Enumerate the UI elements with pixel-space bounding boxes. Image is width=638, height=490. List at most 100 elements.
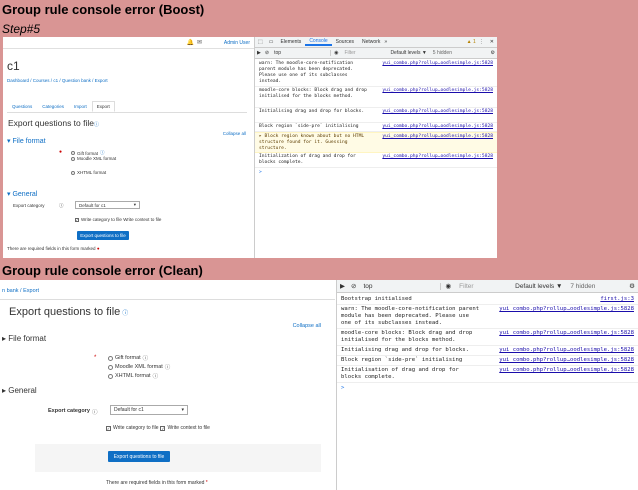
section-general[interactable]: ▸ General xyxy=(2,386,37,395)
kebab-menu-icon[interactable]: ⋮ xyxy=(476,39,487,45)
device-icon[interactable]: ▭ xyxy=(266,39,277,45)
export-button[interactable]: Export questions to file xyxy=(108,451,170,462)
sidebar-toggle-icon[interactable]: ▶ xyxy=(337,282,348,290)
clear-console-icon[interactable]: ⊘ xyxy=(348,282,359,290)
inspect-icon[interactable]: ⬚ xyxy=(255,39,266,45)
boost-moodle-page: 🔔 ✉ Admin User c1 Dashboard / Courses / … xyxy=(3,37,254,258)
user-menu[interactable]: Admin User xyxy=(224,40,250,46)
tab-sources[interactable]: Sources xyxy=(332,39,358,45)
section-general[interactable]: ▾ General xyxy=(7,190,37,198)
console-prompt[interactable]: > xyxy=(341,385,344,391)
breadcrumb-dashboard[interactable]: Dashboard xyxy=(7,78,29,83)
bell-icon[interactable]: 🔔 xyxy=(187,39,194,46)
breadcrumb-question-bank[interactable]: Question bank xyxy=(62,78,91,83)
section-file-format[interactable]: ▸ File format xyxy=(2,334,46,343)
radio-circle[interactable] xyxy=(71,151,75,155)
radio-circle[interactable] xyxy=(108,373,113,379)
radio-gift[interactable]: Gift format ⓘ xyxy=(108,354,148,362)
close-icon[interactable]: ✕ xyxy=(487,39,497,45)
radio-moodle-xml[interactable]: Moodle XML format ⓘ xyxy=(108,363,170,371)
gear-icon[interactable]: ⚙ xyxy=(626,282,638,290)
export-category-select[interactable]: Default for c1 ▾ xyxy=(75,201,140,209)
tab-console[interactable]: Console xyxy=(305,38,332,46)
filter-input[interactable]: Filter xyxy=(341,50,387,56)
console-warning-row: ▸ Block region known about but no HTML s… xyxy=(255,132,497,153)
console-source-link[interactable]: yui_combo.php?rollup…oodlesimple.js:5828 xyxy=(382,134,493,140)
breadcrumb: Dashboard / Courses / c1 / Question bank… xyxy=(7,78,108,83)
write-category-checkbox[interactable]: ✓ Write category to file ✓ Write context t… xyxy=(106,425,210,431)
radio-circle[interactable] xyxy=(71,170,75,175)
help-icon[interactable]: ⓘ xyxy=(165,363,171,371)
eye-icon[interactable]: ◉ xyxy=(441,282,455,290)
message-icon[interactable]: ✉ xyxy=(197,39,202,46)
console-toolbar: ▶ ⊘ top ◉ Filter Default levels ▼ 7 hidd… xyxy=(337,280,638,293)
tab-export[interactable]: Export xyxy=(91,101,115,112)
collapse-all-link[interactable]: Collapse all xyxy=(223,131,246,136)
console-source-link[interactable]: yui_combo.php?rollup…oodlesimple.js:5828 xyxy=(382,61,493,67)
sidebar-toggle-icon[interactable]: ▶ xyxy=(255,50,263,56)
radio-circle[interactable] xyxy=(71,156,75,161)
chevron-down-icon: ▾ xyxy=(181,407,184,413)
warning-count[interactable]: ▲ 1 xyxy=(467,39,476,45)
breadcrumb-courses[interactable]: Courses xyxy=(33,78,50,83)
page-title-text: Export questions to file xyxy=(8,118,94,128)
write-category-checkbox[interactable]: ✓ Write category to file Write context to… xyxy=(75,217,161,222)
levels-select[interactable]: Default levels ▼ xyxy=(387,50,429,56)
clear-console-icon[interactable]: ⊘ xyxy=(263,50,271,56)
radio-circle[interactable] xyxy=(108,355,113,361)
radio-circle[interactable] xyxy=(108,364,113,370)
section-file-format[interactable]: ▾ File format xyxy=(7,137,46,145)
breadcrumb-export[interactable]: Export xyxy=(95,78,108,83)
help-icon[interactable]: ⓘ xyxy=(122,308,128,317)
console-source-link[interactable]: yui_combo.php?rollup…oodlesimple.js:5828 xyxy=(382,109,493,115)
console-log-row: moodle-core blocks: Block drag and drop … xyxy=(255,87,497,108)
radio-xhtml[interactable]: XHTML format ⓘ xyxy=(108,372,158,380)
breadcrumb-c1[interactable]: c1 xyxy=(53,78,58,83)
collapse-all-link[interactable]: Collapse all xyxy=(293,323,321,329)
console-log-row: Initialising drag and drop for blocks. yu… xyxy=(255,108,497,123)
gear-icon[interactable]: ⚙ xyxy=(489,50,497,56)
console-source-link[interactable]: yui_combo.php?rollup…oodlesimple.js:5828 xyxy=(382,124,493,130)
tab-network[interactable]: Network xyxy=(358,39,384,45)
console-source-link[interactable]: yui_combo.php?rollup…oodlesimple.js:5828 xyxy=(499,347,634,354)
export-category-select[interactable]: Default for c1 ▾ xyxy=(110,405,188,415)
export-button[interactable]: Export questions to file xyxy=(77,231,129,240)
console-message: moodle-core blocks: Block drag and drop … xyxy=(341,330,473,343)
radio-moodle-xml[interactable]: Moodle XML format xyxy=(71,156,116,161)
help-icon[interactable]: ⓘ xyxy=(92,408,98,416)
radio-xhtml[interactable]: XHTML format xyxy=(71,170,106,175)
required-icon: ● xyxy=(59,149,63,155)
filter-input[interactable]: Filter xyxy=(455,283,511,290)
breadcrumb-export[interactable]: Export xyxy=(23,288,39,294)
eye-icon[interactable]: ◉ xyxy=(331,50,341,56)
levels-select[interactable]: Default levels ▼ xyxy=(511,283,566,290)
help-icon[interactable]: ⓘ xyxy=(94,121,99,128)
more-tabs-button[interactable]: » xyxy=(384,39,387,45)
console-source-link[interactable]: yui_combo.php?rollup…oodlesimple.js:5828 xyxy=(499,306,634,313)
context-select[interactable]: top xyxy=(271,50,332,56)
console-source-link[interactable]: yui_combo.php?rollup…oodlesimple.js:5828 xyxy=(382,154,493,160)
context-select[interactable]: top xyxy=(359,282,442,290)
console-source-link[interactable]: first.js:3 xyxy=(600,296,634,303)
console-source-link[interactable]: yui_combo.php?rollup…oodlesimple.js:5828 xyxy=(499,330,634,337)
help-icon[interactable]: ⓘ xyxy=(153,372,159,380)
tab-questions[interactable]: Questions xyxy=(7,101,37,112)
tab-elements[interactable]: Elements xyxy=(276,39,305,45)
checkbox-box[interactable]: ✓ xyxy=(75,217,79,222)
page-title: Export questions to fileⓘ xyxy=(8,118,99,128)
checkbox-box[interactable]: ✓ xyxy=(106,425,111,431)
tab-categories[interactable]: Categories xyxy=(37,101,69,112)
write-context-label: Write context to file xyxy=(123,217,162,222)
console-prompt[interactable]: > xyxy=(259,170,262,175)
help-icon[interactable]: ⓘ xyxy=(59,203,64,209)
console-source-link[interactable]: yui_combo.php?rollup…oodlesimple.js:5828 xyxy=(499,367,634,374)
breadcrumb-question-bank[interactable]: n bank xyxy=(2,288,19,294)
help-icon[interactable]: ⓘ xyxy=(143,354,149,362)
console-source-link[interactable]: yui_combo.php?rollup…oodlesimple.js:5828 xyxy=(382,88,493,94)
clean-screenshot: n bank / Export Export questions to file… xyxy=(0,280,638,490)
checkbox-box[interactable]: ✓ xyxy=(160,425,166,431)
console-message: warn: The moodle-core-notification paren… xyxy=(341,306,480,326)
console-message: warn: The moodle-core-notification paren… xyxy=(259,61,354,84)
console-source-link[interactable]: yui_combo.php?rollup…oodlesimple.js:5828 xyxy=(499,357,634,364)
tab-import[interactable]: Import xyxy=(69,101,92,112)
